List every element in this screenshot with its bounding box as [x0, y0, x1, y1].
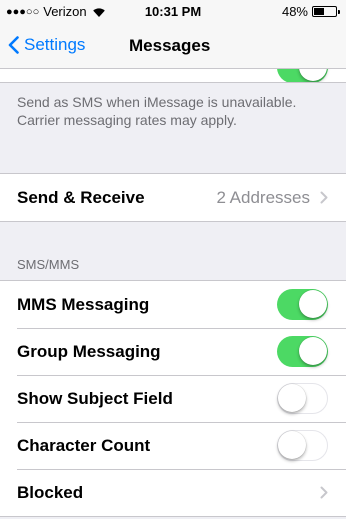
show-subject-field-label: Show Subject Field	[17, 388, 173, 408]
character-count-toggle[interactable]	[277, 430, 328, 461]
navigation-bar: Settings Messages	[0, 22, 346, 69]
page-title: Messages	[129, 36, 211, 55]
battery-icon	[312, 6, 337, 17]
toggle-knob	[278, 431, 306, 459]
toggle-knob	[299, 69, 327, 81]
blocked-label: Blocked	[17, 482, 84, 502]
mms-messaging-label: MMS Messaging	[17, 294, 150, 314]
imessage-row-partial	[0, 69, 346, 83]
group-messaging-row: Group Messaging	[0, 328, 346, 375]
imessage-footer-note: Send as SMS when iMessage is unavailable…	[17, 94, 297, 128]
mms-messaging-row: MMS Messaging	[0, 281, 346, 328]
sms-mms-group: MMS Messaging Group Messaging Show Subje…	[0, 280, 346, 517]
battery-percent: 48%	[281, 4, 308, 19]
send-receive-detail: 2 Addresses	[216, 187, 310, 207]
back-button[interactable]: Settings	[8, 35, 85, 55]
show-subject-field-toggle[interactable]	[277, 383, 328, 414]
blocked-row[interactable]: Blocked	[0, 469, 346, 516]
toggle-knob	[299, 290, 327, 318]
toggle-knob	[278, 384, 306, 412]
show-subject-field-row: Show Subject Field	[0, 375, 346, 422]
send-receive-group: Send & Receive 2 Addresses	[0, 173, 346, 222]
group-messaging-label: Group Messaging	[17, 341, 161, 361]
imessage-toggle[interactable]	[277, 69, 328, 82]
send-receive-row[interactable]: Send & Receive 2 Addresses	[0, 174, 346, 221]
character-count-row: Character Count	[0, 422, 346, 469]
section-header-sms-mms: SMS/MMS	[17, 257, 80, 272]
chevron-right-icon	[320, 191, 328, 204]
group-messaging-toggle[interactable]	[277, 336, 328, 367]
chevron-right-icon	[320, 486, 328, 499]
status-right: 48%	[282, 4, 340, 19]
chevron-left-icon	[8, 36, 19, 54]
send-receive-label: Send & Receive	[17, 187, 145, 207]
toggle-knob	[299, 337, 327, 365]
character-count-label: Character Count	[17, 435, 151, 455]
status-bar: ●●●○○ Verizon 10:31 PM 48%	[0, 0, 346, 22]
battery-tip	[338, 9, 340, 14]
back-button-label: Settings	[24, 35, 86, 54]
mms-messaging-toggle[interactable]	[277, 289, 328, 320]
